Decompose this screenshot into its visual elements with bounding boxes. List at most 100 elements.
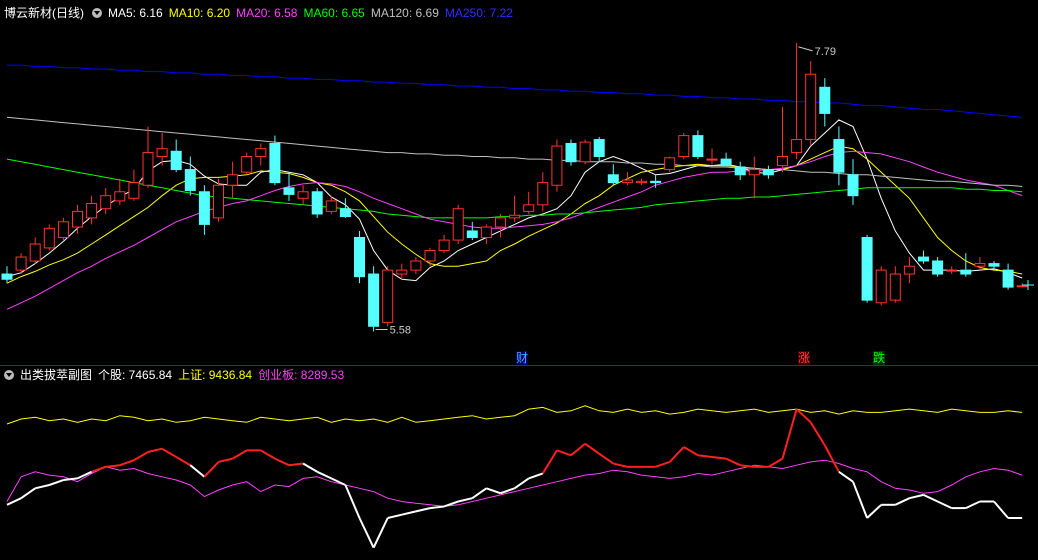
candle[interactable] <box>593 136 605 162</box>
candle[interactable] <box>1002 263 1014 290</box>
candle[interactable] <box>424 247 436 267</box>
stock-strength-segment <box>457 497 473 503</box>
candle[interactable] <box>833 126 845 186</box>
candle[interactable] <box>382 266 394 327</box>
candle[interactable] <box>960 253 972 277</box>
candle[interactable] <box>466 221 478 241</box>
candle[interactable] <box>198 185 210 235</box>
candle[interactable] <box>438 234 450 254</box>
stock-strength-segment <box>683 446 699 457</box>
candle[interactable] <box>72 204 83 234</box>
candle[interactable] <box>579 139 591 165</box>
candle[interactable] <box>43 224 55 251</box>
candle[interactable] <box>664 156 676 173</box>
candle-body <box>100 195 112 210</box>
candle-body <box>861 236 873 301</box>
stock-strength-segment <box>260 449 276 460</box>
candle[interactable] <box>142 126 154 188</box>
candle-body <box>1 273 13 280</box>
candle[interactable] <box>819 78 831 127</box>
candle[interactable] <box>636 178 647 186</box>
candle[interactable] <box>847 159 859 205</box>
candle[interactable] <box>889 266 901 303</box>
candle[interactable] <box>720 152 732 167</box>
candle[interactable] <box>29 237 41 264</box>
candle[interactable] <box>777 106 788 173</box>
candle[interactable] <box>311 187 323 218</box>
kline-chart[interactable]: 7.79 5.58 <box>0 0 1038 365</box>
candle[interactable] <box>283 172 295 201</box>
candle[interactable] <box>213 178 224 222</box>
candle[interactable] <box>537 172 549 212</box>
candle[interactable] <box>410 257 422 275</box>
ma120-label: MA120: 6.69 <box>370 6 439 20</box>
candle-body <box>283 187 295 195</box>
candle[interactable] <box>495 213 506 238</box>
sub-indicator-menu-icon[interactable] <box>4 370 14 380</box>
ma60-label: MA60: 6.65 <box>303 6 365 20</box>
candle-body <box>621 179 633 184</box>
candle[interactable] <box>114 178 126 205</box>
candle[interactable] <box>523 191 535 214</box>
candle[interactable] <box>805 61 817 147</box>
candle[interactable] <box>156 133 168 166</box>
candle-body <box>213 184 224 219</box>
candle[interactable] <box>748 156 760 199</box>
candle[interactable] <box>551 139 563 192</box>
candle[interactable] <box>706 148 718 165</box>
candle[interactable] <box>57 217 69 241</box>
candle[interactable] <box>297 185 309 205</box>
indicator-menu-icon[interactable] <box>92 8 102 18</box>
sub-indicator-panel[interactable]: 出类拔萃副图 个股: 7465.84 上证: 9436.84 创业板: 8289… <box>0 366 1038 555</box>
candle[interactable] <box>875 266 887 306</box>
candle[interactable] <box>762 165 774 179</box>
candle-body <box>889 273 901 301</box>
candle[interactable] <box>255 143 267 166</box>
stock-strength-segment <box>147 447 163 453</box>
candle[interactable] <box>861 234 873 303</box>
candle[interactable] <box>932 257 944 277</box>
candle[interactable] <box>368 266 380 332</box>
stock-strength-segment <box>809 421 826 446</box>
candle[interactable] <box>170 139 182 173</box>
candle[interactable] <box>734 161 746 181</box>
stock-strength-segment <box>655 460 671 468</box>
event-marker-earnings[interactable]: 财 <box>516 351 529 365</box>
candle[interactable] <box>678 133 690 160</box>
sub-indicator-chart[interactable] <box>0 366 1038 555</box>
stock-strength-segment <box>161 447 177 458</box>
candle-body <box>368 273 380 327</box>
candle[interactable] <box>621 172 633 186</box>
candle-body <box>523 204 535 212</box>
candle[interactable] <box>650 174 662 188</box>
candle[interactable] <box>565 139 577 166</box>
stock-strength-segment <box>232 449 248 460</box>
event-marker-rise[interactable]: 涨 <box>798 351 811 365</box>
candle[interactable] <box>903 257 915 284</box>
stock-strength-segment <box>471 487 487 500</box>
candle[interactable] <box>100 187 112 214</box>
candle[interactable] <box>946 266 958 275</box>
shanghai-strength-line <box>6 405 1023 425</box>
candle[interactable] <box>128 169 140 201</box>
candle-body <box>903 265 915 275</box>
main-kline-panel[interactable]: 7.79 5.58 博云新材(日线) MA5: 6.16 MA10: 6.20 M… <box>0 0 1038 365</box>
candle[interactable] <box>452 204 464 244</box>
candle[interactable] <box>918 250 929 264</box>
event-marker-fall[interactable]: 跌 <box>873 351 886 365</box>
stock-strength-segment <box>91 465 107 473</box>
candle[interactable] <box>509 195 521 222</box>
candle[interactable] <box>227 161 239 199</box>
stock-strength-segment <box>288 462 304 467</box>
candle[interactable] <box>692 130 704 160</box>
candle[interactable] <box>480 224 492 244</box>
candle-body <box>777 156 788 167</box>
candle[interactable] <box>607 164 619 186</box>
candle[interactable] <box>354 230 365 284</box>
candle[interactable] <box>241 152 253 175</box>
candle[interactable] <box>1 266 13 284</box>
candle-body <box>339 208 351 218</box>
candle-body <box>1016 285 1028 288</box>
candle[interactable] <box>184 156 196 196</box>
candle[interactable] <box>269 135 281 186</box>
